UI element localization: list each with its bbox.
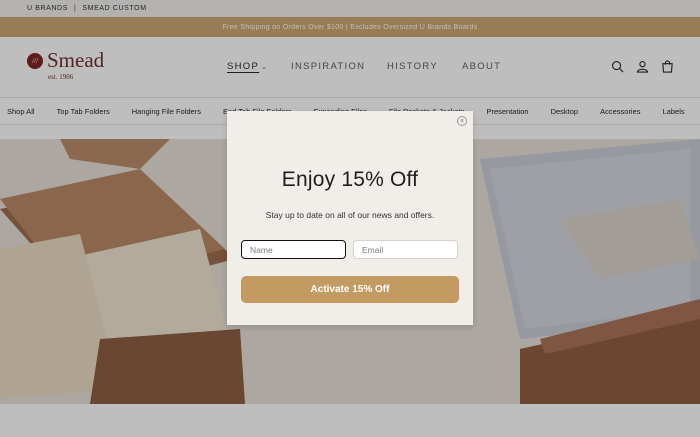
popup-subtitle: Stay up to date on all of our news and o… [265, 210, 435, 220]
popup-title: Enjoy 15% Off [281, 168, 419, 191]
discount-popup: × Enjoy 15% Off Stay up to date on all o… [227, 111, 473, 325]
email-field[interactable] [353, 240, 458, 259]
name-field[interactable] [241, 240, 346, 259]
activate-discount-button[interactable]: Activate 15% Off [241, 276, 459, 303]
close-icon[interactable]: × [457, 116, 467, 126]
close-glyph: × [459, 117, 465, 125]
